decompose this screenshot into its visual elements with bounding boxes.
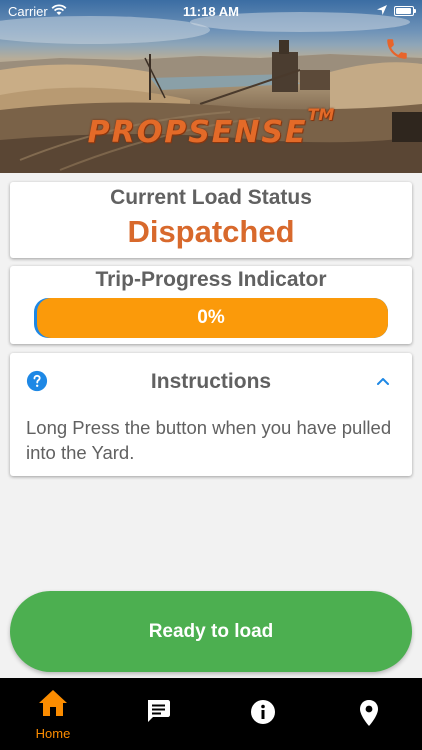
nav-item-location[interactable] [334,678,404,750]
instructions-panel: Instructions Long Press the button when … [10,353,412,476]
brand-logo: PROPSENSETM [87,105,335,150]
location-pin-icon [360,700,378,726]
chevron-up-icon[interactable] [374,373,392,391]
trip-progress-percent: 0% [197,307,225,328]
battery-icon [394,6,416,16]
load-status-title: Current Load Status [110,186,312,209]
load-status-value: Dispatched [127,214,295,249]
trip-progress-card: Trip-Progress Indicator 0% [10,266,412,344]
trip-progress-title: Trip-Progress Indicator [95,268,327,291]
nav-item-messages[interactable] [123,678,193,750]
status-bar: Carrier 11:18 AM [0,0,422,22]
ready-to-load-button[interactable]: Ready to load [10,591,412,672]
trip-progress-bar: 0% [34,298,388,338]
nav-label-home: Home [35,726,71,741]
nav-item-info[interactable] [228,678,298,750]
clock: 11:18 AM [183,4,239,19]
header-banner: Carrier 11:18 AM PROPSENSETM [0,0,422,173]
nav-item-home[interactable]: Home [18,678,88,750]
chat-icon [148,700,170,722]
info-icon [251,700,275,724]
home-icon [39,690,67,716]
location-arrow-icon [377,5,387,15]
phone-icon[interactable] [384,36,410,62]
instructions-title: Instructions [150,370,272,393]
instructions-text: Long Press the button when you have pull… [26,417,392,463]
bottom-navigation: Home [0,678,422,750]
load-status-card: Current Load Status Dispatched [10,182,412,258]
